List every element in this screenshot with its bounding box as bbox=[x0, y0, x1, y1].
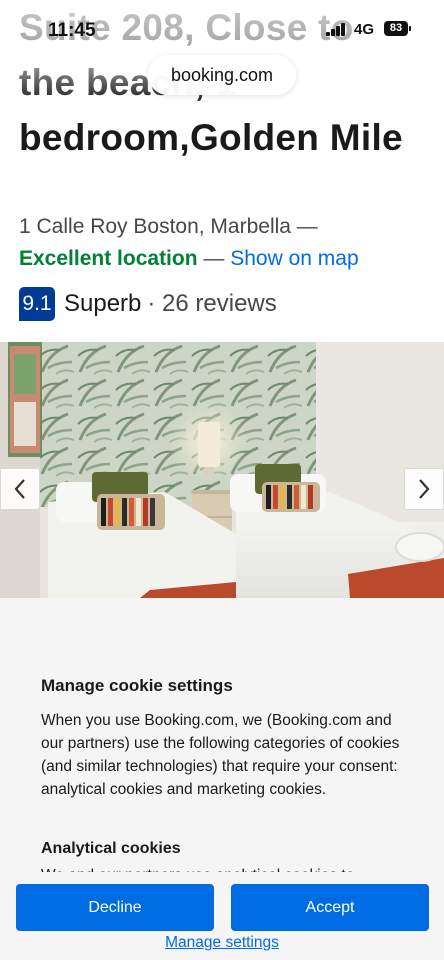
chevron-left-icon bbox=[14, 479, 25, 499]
status-time: 11:45 bbox=[48, 20, 96, 41]
analytical-cookies-heading: Analytical cookies bbox=[41, 840, 181, 857]
cookie-button-bar: Decline Accept Manage settings bbox=[0, 873, 444, 960]
cookie-body-text: When you use Booking.com, we (Booking.co… bbox=[41, 712, 400, 798]
signal-icon bbox=[326, 23, 346, 36]
url-bar[interactable]: booking.com bbox=[148, 55, 296, 95]
bedroom-photo bbox=[0, 342, 444, 598]
battery-icon: 83 bbox=[384, 21, 411, 36]
status-bar: 11:45 4G 83 bbox=[0, 0, 444, 60]
review-score-word: Superb bbox=[64, 290, 142, 317]
location-dash: — bbox=[203, 247, 225, 270]
accept-button[interactable]: Accept bbox=[231, 884, 429, 931]
cookie-consent-sheet: Manage cookie settings When you use Book… bbox=[0, 598, 444, 960]
location-rating-label: Excellent location bbox=[19, 247, 198, 270]
manage-settings-link[interactable]: Manage settings bbox=[0, 934, 444, 952]
review-score-badge: 9.1 bbox=[19, 287, 55, 321]
gallery-prev-button[interactable] bbox=[0, 468, 40, 510]
analytical-cookies-text: We and our partners use analytical cooki… bbox=[41, 864, 411, 872]
show-on-map-link[interactable]: Show on map bbox=[230, 247, 358, 270]
gallery-next-button[interactable] bbox=[404, 468, 444, 510]
decline-button[interactable]: Decline bbox=[16, 884, 214, 931]
location-line: Excellent location — Show on map bbox=[19, 247, 359, 271]
property-address: 1 Calle Roy Boston, Marbella — bbox=[19, 215, 318, 238]
property-photo[interactable] bbox=[0, 342, 444, 598]
cookie-title: Manage cookie settings bbox=[41, 676, 233, 695]
review-count[interactable]: · 26 reviews bbox=[147, 290, 276, 318]
network-type: 4G bbox=[354, 21, 375, 38]
rating-row[interactable]: 9.1 Superb · 26 reviews bbox=[19, 287, 277, 321]
chevron-right-icon bbox=[419, 479, 430, 499]
